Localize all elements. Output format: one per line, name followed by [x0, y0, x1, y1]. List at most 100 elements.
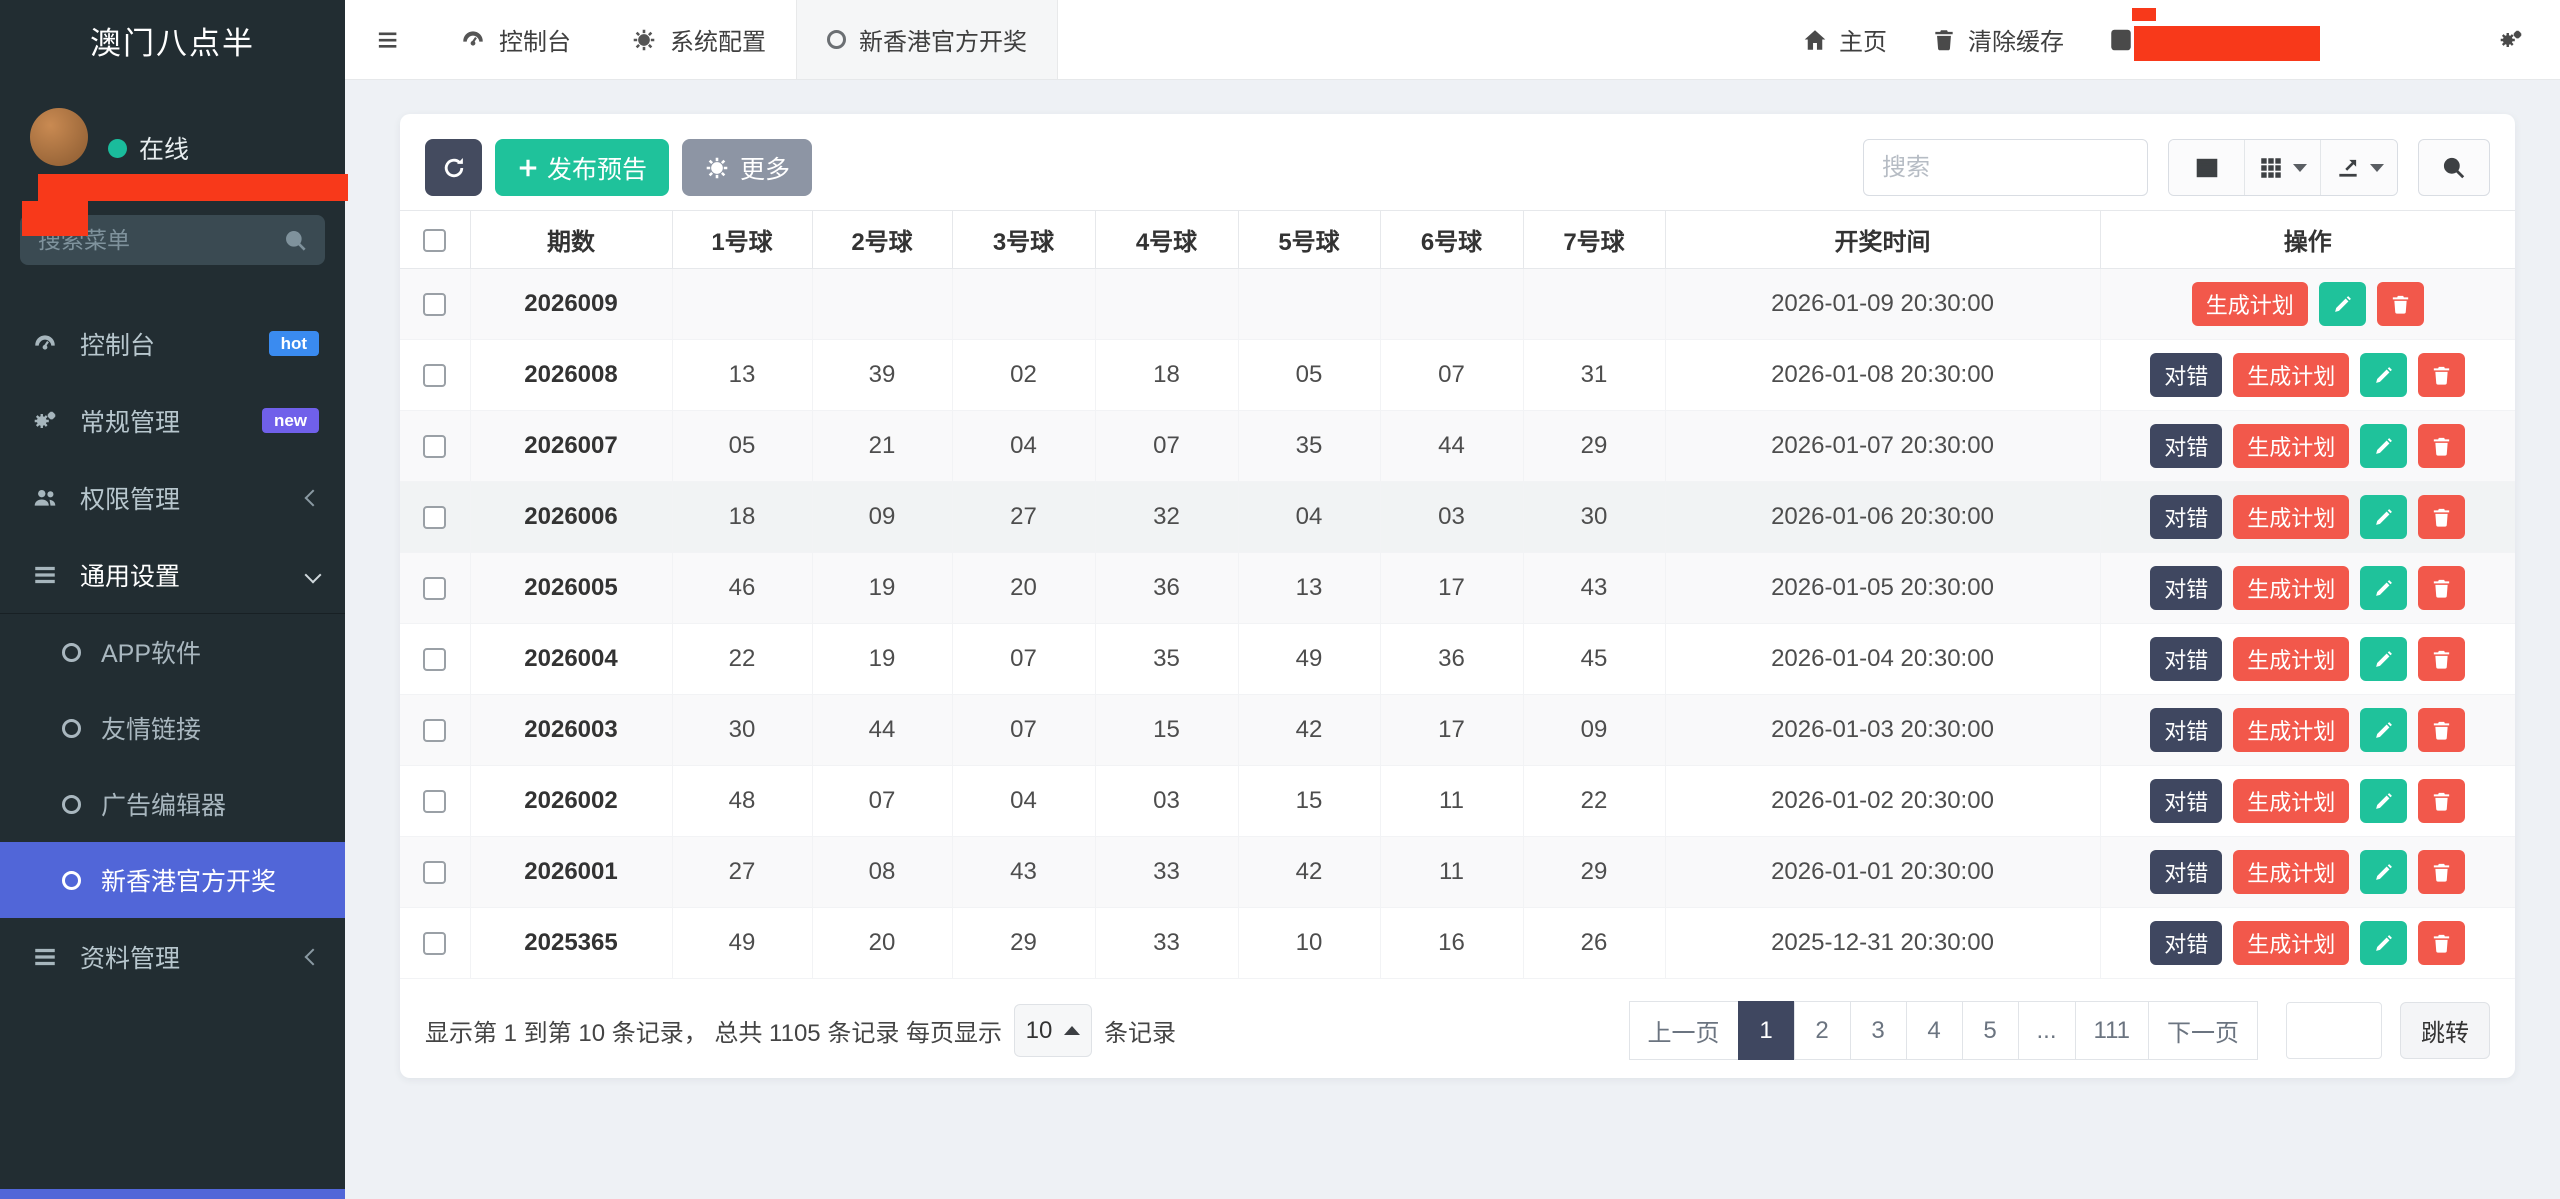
delete-button[interactable]: [2418, 566, 2465, 610]
row-checkbox[interactable]: [423, 648, 446, 671]
jump-button[interactable]: 跳转: [2400, 1002, 2490, 1059]
sidebar-subitem-app-software[interactable]: APP软件: [0, 614, 345, 690]
generate-plan-button[interactable]: 生成计划: [2233, 495, 2349, 539]
ball-7-cell: 30: [1523, 482, 1665, 553]
generate-plan-button[interactable]: 生成计划: [2233, 353, 2349, 397]
sidebar-item-permissions[interactable]: 权限管理: [0, 459, 345, 536]
sidebar-item-data-management[interactable]: 资料管理: [0, 918, 345, 995]
column-header-ball1: 1号球: [672, 211, 812, 269]
actions-cell: 对错生成计划: [2100, 837, 2515, 908]
page-button-3[interactable]: 3: [1850, 1001, 1907, 1060]
edit-button[interactable]: [2360, 495, 2407, 539]
row-checkbox[interactable]: [423, 293, 446, 316]
nav-item-console[interactable]: 控制台: [430, 0, 601, 79]
row-checkbox[interactable]: [423, 435, 446, 458]
delete-button[interactable]: [2418, 353, 2465, 397]
tab-hk-official-draw[interactable]: 新香港官方开奖: [796, 0, 1058, 79]
row-checkbox[interactable]: [423, 577, 446, 600]
next-page-button[interactable]: 下一页: [2148, 1001, 2258, 1060]
sidebar-subitem-hk-official-draw[interactable]: 新香港官方开奖: [0, 842, 345, 918]
prev-page-button[interactable]: 上一页: [1629, 1001, 1739, 1060]
page-button-1[interactable]: 1: [1738, 1001, 1795, 1060]
ball-2-cell: 21: [812, 411, 952, 482]
nav-item-label: 系统配置: [670, 22, 766, 57]
delete-button[interactable]: [2377, 282, 2424, 326]
columns-button[interactable]: [2245, 140, 2321, 195]
row-checkbox[interactable]: [423, 364, 446, 387]
check-result-button[interactable]: 对错: [2150, 495, 2222, 539]
delete-button[interactable]: [2418, 637, 2465, 681]
page-size-select[interactable]: 10: [1014, 1004, 1092, 1057]
edit-button[interactable]: [2360, 353, 2407, 397]
generate-plan-button[interactable]: 生成计划: [2233, 850, 2349, 894]
delete-button[interactable]: [2418, 424, 2465, 468]
edit-button[interactable]: [2360, 708, 2407, 752]
page-button-2[interactable]: 2: [1794, 1001, 1851, 1060]
settings-gears-icon[interactable]: [2476, 0, 2546, 79]
delete-button[interactable]: [2418, 850, 2465, 894]
ball-6-cell: 03: [1380, 482, 1523, 553]
check-result-button[interactable]: 对错: [2150, 850, 2222, 894]
hamburger-icon[interactable]: ≡: [345, 0, 430, 79]
delete-button[interactable]: [2418, 708, 2465, 752]
sidebar-item-console[interactable]: 控制台 hot: [0, 305, 345, 382]
select-all-checkbox[interactable]: [423, 229, 446, 252]
more-button[interactable]: 更多: [682, 139, 812, 196]
page-button-5[interactable]: 5: [1962, 1001, 2019, 1060]
page-button-4[interactable]: 4: [1906, 1001, 1963, 1060]
check-result-button[interactable]: 对错: [2150, 566, 2222, 610]
sidebar-subitem-ad-editor[interactable]: 广告编辑器: [0, 766, 345, 842]
generate-plan-button[interactable]: 生成计划: [2233, 566, 2349, 610]
avatar: [30, 108, 88, 166]
export-button[interactable]: [2321, 140, 2397, 195]
check-result-button[interactable]: 对错: [2150, 424, 2222, 468]
delete-button[interactable]: [2418, 495, 2465, 539]
delete-button[interactable]: [2418, 779, 2465, 823]
refresh-button[interactable]: [425, 139, 482, 196]
search-button[interactable]: [2418, 139, 2490, 196]
publish-forecast-button[interactable]: 发布预告: [495, 139, 669, 196]
check-result-button[interactable]: 对错: [2150, 921, 2222, 965]
search-icon: [283, 228, 309, 254]
new-badge: new: [262, 408, 319, 433]
generate-plan-button[interactable]: 生成计划: [2233, 708, 2349, 752]
edit-button[interactable]: [2360, 637, 2407, 681]
edit-button[interactable]: [2360, 424, 2407, 468]
clear-cache-button[interactable]: 清除缓存: [1909, 0, 2086, 79]
nav-item-system-config[interactable]: 系统配置: [601, 0, 796, 79]
generate-plan-button[interactable]: 生成计划: [2233, 637, 2349, 681]
check-result-button[interactable]: 对错: [2150, 779, 2222, 823]
check-result-button[interactable]: 对错: [2150, 637, 2222, 681]
edit-button[interactable]: [2360, 921, 2407, 965]
jump-page-input[interactable]: [2286, 1002, 2382, 1059]
row-checkbox[interactable]: [423, 861, 446, 884]
delete-button[interactable]: [2418, 921, 2465, 965]
check-result-button[interactable]: 对错: [2150, 353, 2222, 397]
edit-button[interactable]: [2319, 282, 2366, 326]
generate-plan-button[interactable]: 生成计划: [2233, 921, 2349, 965]
trash-icon: [2430, 506, 2453, 529]
detail-view-button[interactable]: [2169, 140, 2245, 195]
page-button-111[interactable]: 111: [2075, 1001, 2149, 1060]
row-checkbox[interactable]: [423, 506, 446, 529]
sidebar-subitem-friend-links[interactable]: 友情链接: [0, 690, 345, 766]
sidebar-item-general-settings[interactable]: 通用设置: [0, 536, 345, 613]
period-cell: 2026001: [470, 837, 672, 908]
generate-plan-button[interactable]: 生成计划: [2233, 424, 2349, 468]
ball-3-cell: 07: [952, 624, 1095, 695]
row-checkbox[interactable]: [423, 932, 446, 955]
generate-plan-button[interactable]: 生成计划: [2233, 779, 2349, 823]
edit-button[interactable]: [2360, 566, 2407, 610]
sidebar-item-general-management[interactable]: 常规管理 new: [0, 382, 345, 459]
edit-button[interactable]: [2360, 779, 2407, 823]
table-search-input[interactable]: [1863, 139, 2148, 196]
row-checkbox[interactable]: [423, 719, 446, 742]
check-result-button[interactable]: 对错: [2150, 708, 2222, 752]
generate-plan-button[interactable]: 生成计划: [2192, 282, 2308, 326]
row-checkbox[interactable]: [423, 790, 446, 813]
draw-time-cell: 2026-01-04 20:30:00: [1665, 624, 2100, 695]
edit-button[interactable]: [2360, 850, 2407, 894]
search-icon: [2441, 155, 2467, 181]
home-button[interactable]: 主页: [1780, 0, 1909, 79]
table-row: 2026004221907354936452026-01-04 20:30:00…: [400, 624, 2515, 695]
